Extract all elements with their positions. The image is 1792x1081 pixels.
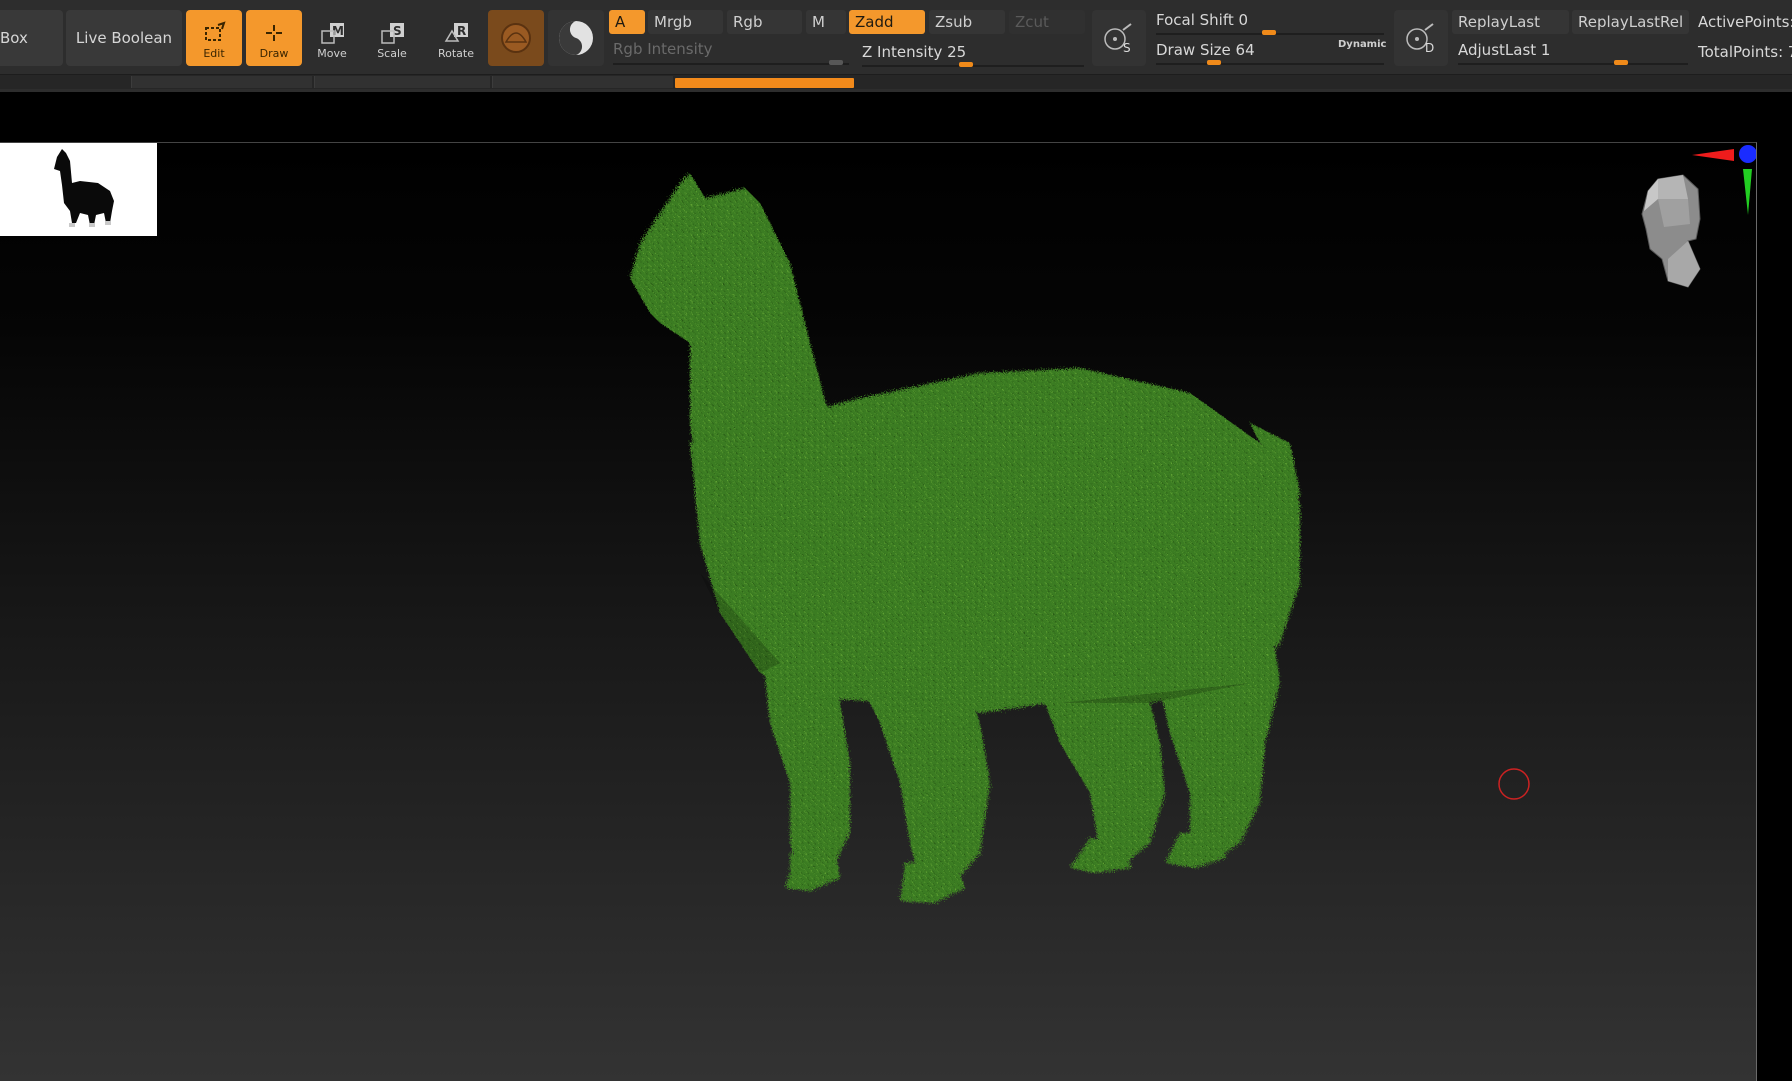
- dynamic-toggle[interactable]: Dynamic: [1338, 39, 1386, 50]
- strip-segment: [131, 76, 312, 88]
- zsub-label: Zsub: [935, 13, 973, 31]
- matcap-sphere-icon: [559, 21, 593, 55]
- edit-label: Edit: [203, 47, 225, 60]
- draw-size-label: Draw Size: [1156, 41, 1231, 59]
- scale-tool-button[interactable]: S Scale: [364, 10, 420, 66]
- draw-size-knob[interactable]: [1207, 60, 1221, 65]
- replay-last-button[interactable]: ReplayLast: [1452, 10, 1569, 34]
- move-icon: M: [321, 23, 344, 44]
- adjust-last-value: 1: [1540, 41, 1551, 59]
- mrgb-button[interactable]: Mrgb: [648, 10, 723, 34]
- rgb-intensity-slider[interactable]: [613, 63, 849, 65]
- backface-icon: D: [1406, 23, 1434, 55]
- replay-last-label: ReplayLast: [1458, 13, 1540, 31]
- m-button[interactable]: M: [806, 10, 846, 34]
- scale-label: Scale: [377, 47, 407, 60]
- reference-image: [0, 143, 157, 236]
- strip-segment: [492, 76, 673, 88]
- draw-label: Draw: [259, 47, 289, 60]
- material-sphere-icon: [501, 23, 531, 53]
- zcut-button[interactable]: Zcut: [1009, 10, 1085, 34]
- rgb-intensity-label: Rgb Intensity: [613, 40, 713, 58]
- rotate-icon: R: [444, 23, 468, 42]
- z-intensity-knob[interactable]: [959, 62, 973, 67]
- adjust-last-knob[interactable]: [1614, 60, 1628, 65]
- tray-gap: [0, 92, 1792, 142]
- brush-cursor-icon: [1498, 768, 1530, 800]
- toolbar-scroll-indicator[interactable]: [675, 78, 854, 88]
- axis-gizmo-icon[interactable]: [1682, 143, 1756, 223]
- a-label: A: [615, 13, 626, 31]
- a-button[interactable]: A: [609, 10, 645, 34]
- backface-button[interactable]: D: [1394, 10, 1448, 66]
- active-points-readout: ActivePoints:: [1698, 13, 1792, 31]
- lazy-mouse-icon: S: [1104, 23, 1132, 55]
- move-tool-button[interactable]: M Move: [304, 10, 360, 66]
- replay-last-rel-label: ReplayLastRel: [1578, 13, 1684, 31]
- rgb-intensity-knob[interactable]: [829, 60, 843, 65]
- box-button[interactable]: Box: [0, 10, 63, 66]
- focal-shift-label: Focal Shift: [1156, 11, 1234, 29]
- move-label: Move: [317, 47, 347, 60]
- canvas-viewport[interactable]: [0, 142, 1757, 1081]
- total-points-readout: TotalPoints: 7: [1698, 43, 1792, 61]
- edit-icon: [205, 21, 226, 41]
- zcut-label: Zcut: [1015, 13, 1049, 31]
- draw-size-readout: Draw Size 64: [1156, 41, 1255, 59]
- focal-shift-value: 0: [1238, 11, 1249, 29]
- mrgb-label: Mrgb: [654, 13, 692, 31]
- zadd-label: Zadd: [855, 13, 894, 31]
- draw-size-slider[interactable]: [1156, 63, 1384, 65]
- focal-shift-readout: Focal Shift 0: [1156, 11, 1248, 29]
- replay-last-rel-button[interactable]: ReplayLastRel: [1572, 10, 1689, 34]
- scale-icon: S: [381, 23, 404, 44]
- z-intensity-slider[interactable]: [862, 65, 1084, 67]
- zadd-button[interactable]: Zadd: [849, 10, 925, 34]
- box-label: Box: [0, 29, 28, 47]
- strip-segment: [314, 76, 490, 88]
- z-intensity-label: Z Intensity: [862, 43, 943, 61]
- backface-letter: D: [1425, 41, 1434, 55]
- material-button[interactable]: [488, 10, 544, 66]
- live-boolean-label: Live Boolean: [75, 29, 173, 47]
- draw-icon: [266, 25, 282, 41]
- rgb-button[interactable]: Rgb: [727, 10, 802, 34]
- lazy-mouse-button[interactable]: S: [1092, 10, 1146, 66]
- m-label: M: [812, 13, 825, 31]
- matcap-button[interactable]: [548, 10, 604, 66]
- rotate-tool-button[interactable]: R Rotate: [428, 10, 484, 66]
- edit-tool-button[interactable]: Edit: [186, 10, 242, 66]
- svg-text:R: R: [457, 24, 466, 38]
- draw-tool-button[interactable]: Draw: [246, 10, 302, 66]
- rgb-label: Rgb: [733, 13, 763, 31]
- draw-size-value: 64: [1235, 41, 1255, 59]
- lazy-mouse-letter: S: [1123, 41, 1131, 55]
- adjust-last-readout: AdjustLast 1: [1458, 41, 1550, 59]
- adjust-last-label: AdjustLast: [1458, 41, 1537, 59]
- live-boolean-button[interactable]: Live Boolean: [66, 10, 182, 66]
- alpaca-silhouette-icon: [54, 149, 114, 227]
- zsub-button[interactable]: Zsub: [929, 10, 1005, 34]
- rotate-label: Rotate: [437, 47, 474, 60]
- adjust-last-slider[interactable]: [1458, 63, 1688, 65]
- z-intensity-value: 25: [947, 43, 967, 61]
- z-intensity-readout: Z Intensity 25: [862, 43, 966, 61]
- alpaca-model[interactable]: [0, 143, 1756, 1081]
- focal-shift-knob[interactable]: [1262, 30, 1276, 35]
